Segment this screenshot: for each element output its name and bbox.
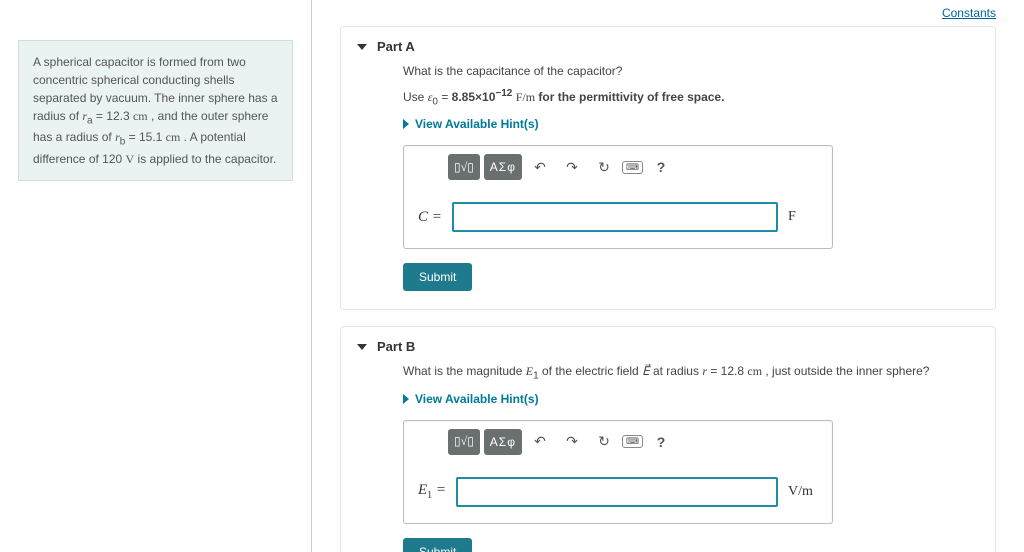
- part-a-use-line: Use ε0 = 8.85×10−12 F/m for the permitti…: [403, 88, 969, 107]
- triangle-right-icon: [403, 394, 409, 404]
- hints-label: View Available Hint(s): [415, 392, 539, 406]
- part-b-toolbar: ▯√▯ ΑΣφ ↶ ↷ ↻ ⌨ ?: [404, 421, 832, 463]
- part-b-answer-box: ▯√▯ ΑΣφ ↶ ↷ ↻ ⌨ ? E1 = V/m: [403, 420, 833, 524]
- part-a-var: C =: [418, 209, 442, 226]
- redo-icon[interactable]: ↷: [558, 429, 586, 455]
- part-a-header[interactable]: Part A: [357, 37, 979, 64]
- part-a-question: What is the capacitance of the capacitor…: [403, 64, 969, 78]
- triangle-right-icon: [403, 119, 409, 129]
- part-b-title: Part B: [377, 339, 415, 354]
- keyboard-icon[interactable]: ⌨: [622, 435, 643, 448]
- part-b-input[interactable]: [456, 477, 778, 507]
- right-column: Constants Part A What is the capacitance…: [312, 0, 1024, 552]
- help-icon[interactable]: ?: [647, 154, 675, 180]
- keyboard-icon[interactable]: ⌨: [622, 161, 643, 174]
- reset-icon[interactable]: ↻: [590, 429, 618, 455]
- part-b-var: E1 =: [418, 482, 446, 501]
- constants-link[interactable]: Constants: [942, 6, 996, 20]
- left-column: A spherical capacitor is formed from two…: [0, 0, 312, 552]
- page: A spherical capacitor is formed from two…: [0, 0, 1024, 552]
- part-a-unit: F: [788, 209, 818, 225]
- part-a-title: Part A: [377, 39, 415, 54]
- caret-down-icon: [357, 344, 367, 350]
- caret-down-icon: [357, 44, 367, 50]
- part-b-answer-row: E1 = V/m: [404, 463, 832, 523]
- part-a-hints[interactable]: View Available Hint(s): [403, 117, 969, 131]
- part-a-body: What is the capacitance of the capacitor…: [357, 64, 979, 291]
- greek-button[interactable]: ΑΣφ: [484, 154, 522, 180]
- template-button[interactable]: ▯√▯: [448, 154, 480, 180]
- part-b-submit-button[interactable]: Submit: [403, 538, 472, 552]
- part-a-block: Part A What is the capacitance of the ca…: [340, 26, 996, 310]
- reset-icon[interactable]: ↻: [590, 154, 618, 180]
- part-b-question: What is the magnitude E1 of the electric…: [403, 364, 969, 381]
- part-a-answer-row: C = F: [404, 188, 832, 248]
- part-a-input[interactable]: [452, 202, 778, 232]
- template-button[interactable]: ▯√▯: [448, 429, 480, 455]
- problem-statement: A spherical capacitor is formed from two…: [18, 40, 293, 181]
- part-a-submit-button[interactable]: Submit: [403, 263, 472, 291]
- part-a-toolbar: ▯√▯ ΑΣφ ↶ ↷ ↻ ⌨ ?: [404, 146, 832, 188]
- part-a-answer-box: ▯√▯ ΑΣφ ↶ ↷ ↻ ⌨ ? C = F: [403, 145, 833, 249]
- part-b-unit: V/m: [788, 484, 818, 500]
- constants-link-row: Constants: [340, 0, 996, 26]
- part-b-hints[interactable]: View Available Hint(s): [403, 392, 969, 406]
- undo-icon[interactable]: ↶: [526, 154, 554, 180]
- hints-label: View Available Hint(s): [415, 117, 539, 131]
- help-icon[interactable]: ?: [647, 429, 675, 455]
- undo-icon[interactable]: ↶: [526, 429, 554, 455]
- part-b-header[interactable]: Part B: [357, 337, 979, 364]
- greek-button[interactable]: ΑΣφ: [484, 429, 522, 455]
- part-b-block: Part B What is the magnitude E1 of the e…: [340, 326, 996, 552]
- part-b-body: What is the magnitude E1 of the electric…: [357, 364, 979, 552]
- redo-icon[interactable]: ↷: [558, 154, 586, 180]
